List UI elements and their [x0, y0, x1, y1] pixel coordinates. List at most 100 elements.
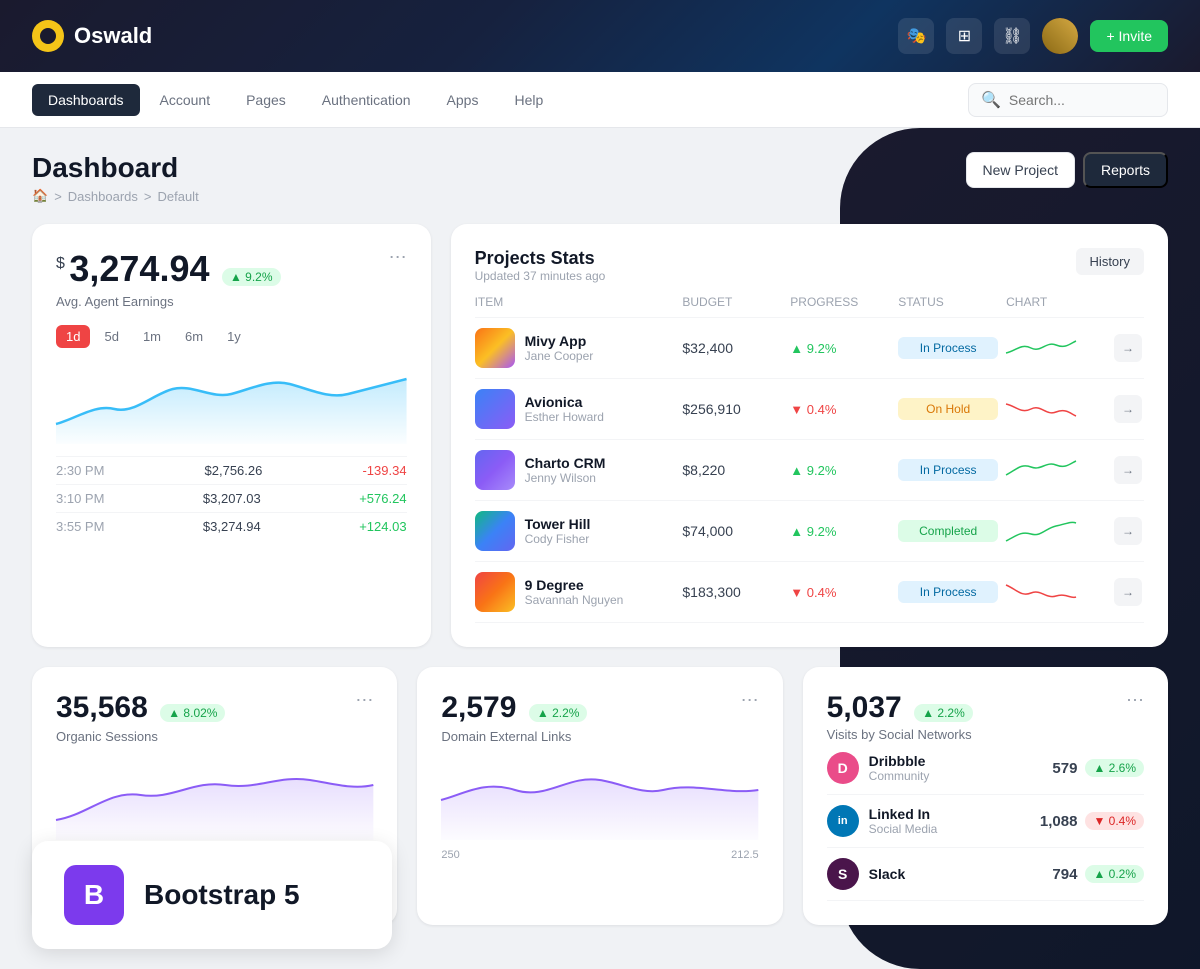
val-3: $3,274.94: [203, 519, 261, 534]
tab-help[interactable]: Help: [498, 84, 559, 116]
social-number: 5,037: [827, 691, 902, 724]
budget: $256,910: [682, 401, 782, 417]
col-view: [1114, 295, 1144, 309]
time-tab-1y[interactable]: 1y: [217, 325, 251, 348]
reports-button[interactable]: Reports: [1083, 152, 1168, 188]
time-2: 3:10 PM: [56, 491, 104, 506]
projects-updated: Updated 37 minutes ago: [475, 269, 606, 283]
project-person: Cody Fisher: [525, 532, 591, 546]
change-3: +124.03: [359, 519, 406, 534]
social-card: 5,037 ▲ 2.2% Visits by Social Networks ⋯…: [803, 667, 1168, 925]
progress: ▼ 0.4%: [790, 585, 890, 600]
table-row: 9 Degree Savannah Nguyen $183,300 ▼ 0.4%…: [475, 562, 1144, 623]
invite-button[interactable]: + Invite: [1090, 20, 1168, 52]
tab-dashboards[interactable]: Dashboards: [32, 84, 140, 116]
tab-pages[interactable]: Pages: [230, 84, 302, 116]
social-info-linkedin: Linked In Social Media: [869, 806, 1040, 836]
project-info: Avionica Esther Howard: [475, 389, 675, 429]
history-button[interactable]: History: [1076, 248, 1144, 275]
project-info: Charto CRM Jenny Wilson: [475, 450, 675, 490]
social-name: Slack: [869, 866, 1053, 882]
project-name: Charto CRM: [525, 455, 606, 471]
secondary-nav: Dashboards Account Pages Authentication …: [0, 72, 1200, 128]
view-button[interactable]: →: [1114, 395, 1142, 423]
bootstrap-icon: B: [64, 865, 124, 925]
time-1: 2:30 PM: [56, 463, 104, 478]
earnings-amount: 3,274.94: [69, 248, 209, 289]
time-tab-1d[interactable]: 1d: [56, 325, 90, 348]
project-names: Mivy App Jane Cooper: [525, 333, 594, 363]
search-bar: 🔍: [968, 83, 1168, 117]
social-type: Social Media: [869, 822, 1040, 836]
project-person: Savannah Nguyen: [525, 593, 624, 607]
social-num-row: 5,037 ▲ 2.2%: [827, 691, 973, 725]
slack-icon: S: [827, 858, 859, 890]
project-name: 9 Degree: [525, 577, 624, 593]
project-person: Jane Cooper: [525, 349, 594, 363]
earnings-badge: ▲ 9.2%: [222, 268, 281, 286]
project-names: Charto CRM Jenny Wilson: [525, 455, 606, 485]
links-badge: ▲ 2.2%: [529, 704, 588, 722]
projects-header: Projects Stats Updated 37 minutes ago Hi…: [475, 248, 1144, 283]
project-icon-charto: [475, 450, 515, 490]
change-1: -139.34: [362, 463, 406, 478]
progress: ▲ 9.2%: [790, 341, 890, 356]
main-content: Dashboard 🏠 > Dashboards > Default New P…: [0, 128, 1200, 969]
sparkline: [1006, 455, 1076, 485]
tab-authentication[interactable]: Authentication: [306, 84, 427, 116]
more-button[interactable]: ⋯: [389, 248, 407, 266]
sparkline: [1006, 577, 1076, 607]
col-item: ITEM: [475, 295, 675, 309]
social-rows: D Dribbble Community 579 ▲ 2.6% in Linke…: [827, 742, 1144, 901]
share-icon[interactable]: ⛓: [994, 18, 1030, 54]
social-badge-linkedin: ▼ 0.4%: [1085, 812, 1144, 830]
change-2: +576.24: [359, 491, 406, 506]
social-badge-slack: ▲ 0.2%: [1085, 865, 1144, 883]
sessions-badge: ▲ 8.02%: [160, 704, 225, 722]
time-tab-1m[interactable]: 1m: [133, 325, 171, 348]
sparkline: [1006, 516, 1076, 546]
view-button[interactable]: →: [1114, 578, 1142, 606]
avatar[interactable]: [1042, 18, 1078, 54]
more-button[interactable]: ⋯: [1126, 691, 1144, 709]
time-tab-5d[interactable]: 5d: [94, 325, 128, 348]
tab-account[interactable]: Account: [144, 84, 227, 116]
new-project-button[interactable]: New Project: [966, 152, 1075, 188]
search-input[interactable]: [1009, 92, 1155, 108]
more-button[interactable]: ⋯: [355, 691, 373, 709]
social-badge: ▲ 2.2%: [914, 704, 973, 722]
social-row-linkedin: in Linked In Social Media 1,088 ▼ 0.4%: [827, 795, 1144, 848]
view-button[interactable]: →: [1114, 334, 1142, 362]
layout-icon[interactable]: ⊞: [946, 18, 982, 54]
links-num-row: 2,579 ▲ 2.2%: [441, 691, 587, 725]
project-name: Avionica: [525, 394, 604, 410]
sessions-info: 35,568 ▲ 8.02% Organic Sessions: [56, 691, 225, 744]
time-tab-6m[interactable]: 6m: [175, 325, 213, 348]
budget: $74,000: [682, 523, 782, 539]
projects-stats-card: Projects Stats Updated 37 minutes ago Hi…: [451, 224, 1168, 647]
more-button[interactable]: ⋯: [741, 691, 759, 709]
col-budget: BUDGET: [682, 295, 782, 309]
project-info: Tower Hill Cody Fisher: [475, 511, 675, 551]
budget: $183,300: [682, 584, 782, 600]
view-button[interactable]: →: [1114, 517, 1142, 545]
status-badge: In Process: [898, 459, 998, 481]
bootstrap-b-letter: B: [84, 879, 104, 911]
links-chart: 250 212.5: [441, 760, 758, 840]
sessions-label: Organic Sessions: [56, 729, 225, 744]
sessions-header: 35,568 ▲ 8.02% Organic Sessions ⋯: [56, 691, 373, 744]
breadcrumb-dashboards[interactable]: Dashboards: [68, 189, 138, 204]
table-header: ITEM BUDGET PROGRESS STATUS CHART: [475, 287, 1144, 318]
social-label: Visits by Social Networks: [827, 727, 973, 742]
page-header: Dashboard 🏠 > Dashboards > Default New P…: [32, 152, 1168, 204]
tab-apps[interactable]: Apps: [431, 84, 495, 116]
table-row: Avionica Esther Howard $256,910 ▼ 0.4% O…: [475, 379, 1144, 440]
status-badge: In Process: [898, 581, 998, 603]
project-icon-9degree: [475, 572, 515, 612]
nav-tabs: Dashboards Account Pages Authentication …: [32, 84, 559, 116]
projects-title-section: Projects Stats Updated 37 minutes ago: [475, 248, 606, 283]
home-icon: 🏠: [32, 188, 48, 204]
project-icon-avionica: [475, 389, 515, 429]
mask-icon[interactable]: 🎭: [898, 18, 934, 54]
view-button[interactable]: →: [1114, 456, 1142, 484]
